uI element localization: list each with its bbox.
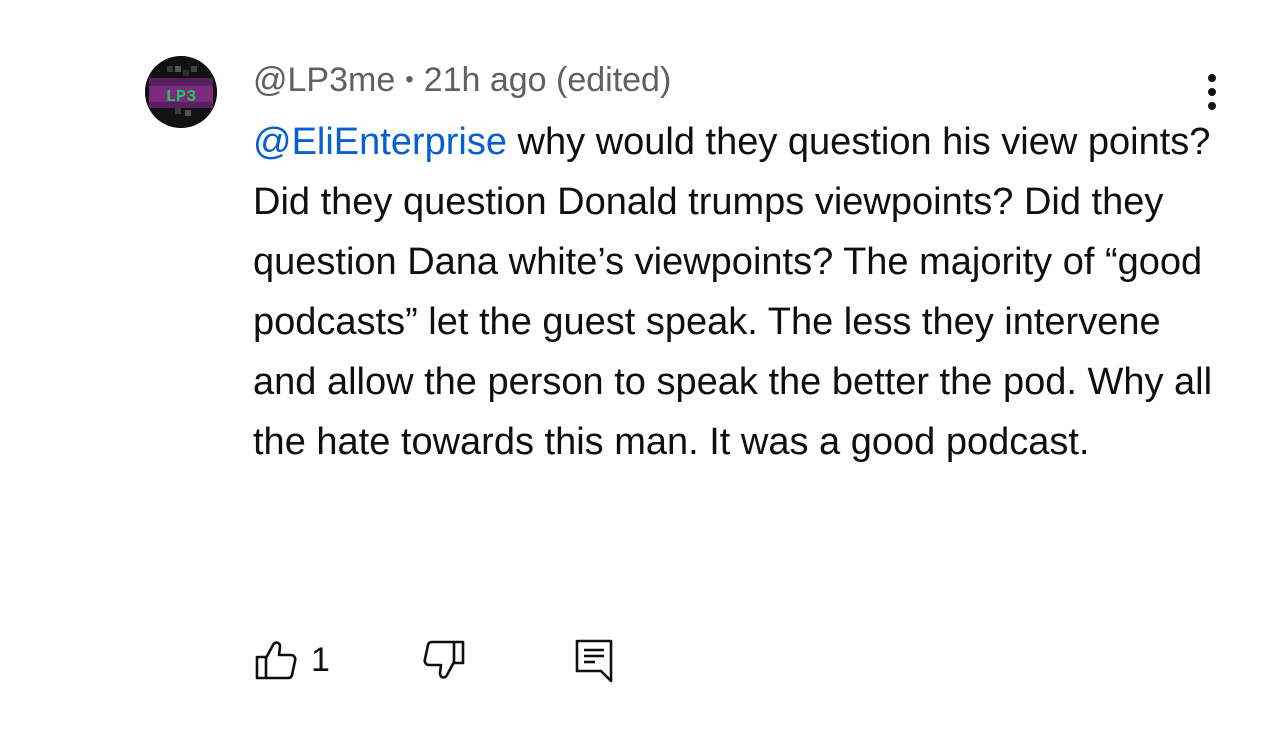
thumbs-down-icon — [423, 640, 465, 679]
reply-comment-icon — [575, 639, 613, 683]
like-button[interactable]: 1 — [253, 632, 330, 688]
author-handle[interactable]: @LP3me — [253, 61, 395, 99]
mention-link[interactable]: @EliEnterprise — [253, 121, 507, 163]
comment-meta: @LP3me • 21h ago (edited) — [253, 60, 671, 100]
lp3-logo-avatar: LP3 — [145, 56, 217, 128]
comment-timestamp[interactable]: 21h ago (edited) — [424, 61, 672, 99]
more-actions-button[interactable] — [1192, 70, 1232, 114]
comment-content: why would they question his view points?… — [253, 121, 1213, 463]
dislike-button[interactable] — [421, 632, 467, 688]
reply-button[interactable] — [571, 632, 617, 688]
comment-text: @EliEnterprise why would they question h… — [253, 112, 1213, 472]
thumbs-up-icon — [255, 641, 297, 680]
more-vert-icon — [1208, 74, 1216, 110]
like-count: 1 — [311, 640, 330, 679]
avatar-logo-text: LP3 — [166, 88, 197, 107]
author-avatar[interactable]: LP3 — [145, 56, 217, 128]
meta-separator: • — [405, 66, 414, 93]
